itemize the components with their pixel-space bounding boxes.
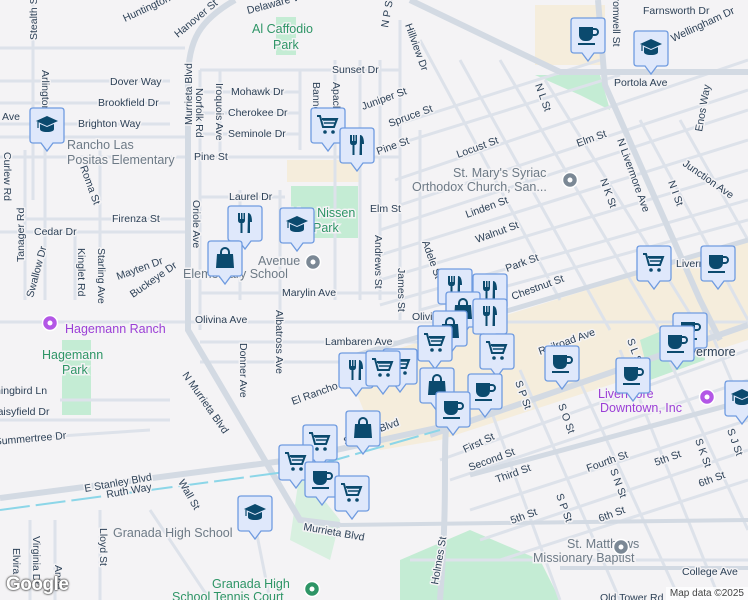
street-label: Tanager Rd [15,208,27,262]
street-label: James St [395,268,407,312]
street-label: Lambaren Ave [325,336,393,348]
place-label-al-caffodio[interactable]: Al Caffodio [251,21,315,38]
street-label: Junction Ave [680,158,736,202]
map-view[interactable]: Huntington Way Hanover St Delaware Way Stea… [0,0,748,600]
street-label: Laurel Dr [229,191,273,203]
place-label-tennis[interactable]: Granada High [211,576,292,593]
street-label: Norfolk Rd [193,88,205,138]
green-space-south [400,530,560,600]
place-label-may-nissen[interactable]: Park [312,220,341,237]
street-label: Daisyfield Dr [0,406,50,418]
place-label-al-caffodio[interactable]: Park [272,37,301,54]
grocery-marker[interactable] [334,475,370,521]
street-label: Andrews St [372,235,384,289]
place-label-st-marys[interactable]: Orthodox Church, San... [411,179,549,196]
street-label: Locust St [455,135,500,161]
street-label: Olivina Ave [195,314,247,326]
street-label: Dover Way [110,76,162,88]
street-label: Albatross Ave [273,310,285,374]
street-label: Brookfield Dr [98,97,159,109]
school-marker[interactable] [279,207,315,253]
street-label: Cherokee Dr [228,107,288,119]
google-logo: Google [6,574,69,595]
street-label: N Murrieta Blvd [180,370,231,436]
street-label: Lloyd St [97,528,109,566]
map-attribution[interactable]: Map data ©2025 [665,587,748,600]
street-label: Donner Ave [237,343,249,398]
street-label: Sunset Dr [332,64,379,76]
street-label: Elm St [575,128,608,150]
street-label: Spruce St [387,103,435,130]
street-label: College Ave [682,566,738,578]
street-label: S J St [724,427,745,458]
street-label: Summertree Dr [0,430,67,448]
school-marker[interactable] [633,30,669,76]
place-label-hagemann-park[interactable]: Park [61,362,90,379]
street-label: Starling Ave [95,248,107,304]
place-label-avenue-school[interactable]: Avenue [257,253,302,270]
street-label: Cromwell St [610,0,622,47]
place-label-tennis[interactable]: School Tennis Court [171,589,286,600]
street-label: 5th St [653,448,683,469]
street-label: Cedar Dr [34,226,77,238]
street-label: Firenza St [112,213,160,225]
street-label: Seminole Dr [228,128,286,140]
street-label: S K St [692,437,713,469]
school-marker[interactable] [724,380,748,426]
street-label: Farnsworth Dr [643,5,710,17]
church-icon[interactable] [612,538,630,556]
school-marker[interactable] [237,495,273,541]
street-label: Hummingbird Ln [0,385,47,397]
street-label: Elm St [370,203,401,215]
street-label: Hillview Dr [402,22,430,73]
street-label: Pine St [194,151,228,163]
street-label: Iroquois Ave [213,83,225,141]
place-label-hagemann-park[interactable]: Hagemann [41,347,105,364]
camera-icon[interactable] [698,388,716,406]
street-label: Ave [2,111,20,123]
map-canvas[interactable]: Huntington WayHanover St Delaware WayStea… [0,0,748,600]
place-label-granada-high[interactable]: Granada High School [112,525,235,542]
place-label-hagemann-ranch[interactable]: Hagemann Ranch [64,321,168,338]
place-label-downtown[interactable]: Downtown, Inc [599,400,684,417]
street-label: Delaware Way [246,0,315,17]
place-label-st-marys[interactable]: St. Mary's Syriac [452,165,548,182]
street-label: N P St [379,0,396,29]
street-label: Marylin Ave [282,287,336,299]
church-icon[interactable] [561,171,579,189]
street-label: Arlington [39,70,51,112]
street-label: Oriole Ave [190,200,202,248]
street-label: Brighton Way [78,118,141,130]
street-label: Stealth St [28,0,40,40]
street-label: Kinglet Rd [75,248,87,297]
street-label: Mohawk Dr [231,86,285,98]
street-label: Old Tower Rd [600,592,664,600]
street-label: Park St [504,252,541,275]
park-pin-icon[interactable] [303,580,321,598]
street-label: Enos Way [693,83,713,133]
place-label-rancho[interactable]: Positas Elementary [66,152,177,169]
museum-icon[interactable] [41,314,59,332]
murrieta-blvd-south [339,518,748,527]
school-icon[interactable] [304,253,322,271]
school-marker[interactable] [29,107,65,153]
street-label: Portola Ave [614,77,668,89]
street-label: First St [461,431,496,456]
street-label: Curlew Rd [1,152,13,201]
place-label-rancho[interactable]: Rancho Las [66,137,136,154]
street-label: Elvira [10,548,22,574]
